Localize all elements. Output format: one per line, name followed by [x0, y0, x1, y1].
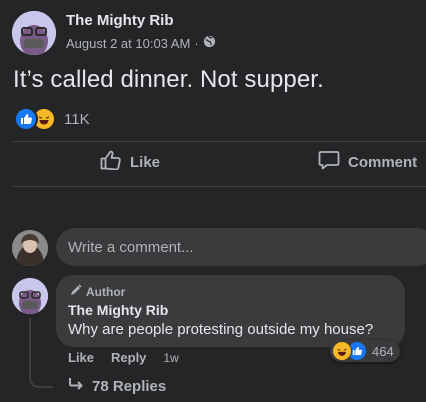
like-reaction-icon: [14, 107, 38, 131]
like-label: Like: [130, 153, 161, 171]
thumbs-up-icon: [100, 150, 122, 174]
page-avatar[interactable]: [12, 11, 56, 55]
reaction-summary[interactable]: 11K: [14, 107, 90, 131]
comment-label: Comment: [348, 153, 418, 171]
comment-author-avatar[interactable]: [12, 278, 48, 314]
page-name[interactable]: The Mighty Rib: [66, 12, 174, 29]
globe-icon[interactable]: [203, 35, 216, 51]
comment-like-button[interactable]: Like: [68, 350, 94, 365]
comment-time[interactable]: 1w: [163, 351, 178, 365]
reply-arrow-icon: [68, 377, 84, 395]
view-replies-button[interactable]: 78 Replies: [68, 377, 166, 395]
speech-bubble-icon: [318, 150, 340, 174]
author-badge: Author: [70, 284, 125, 299]
comment-reply-button[interactable]: Reply: [111, 350, 146, 365]
replies-label: 78 Replies: [92, 377, 167, 395]
comment-input-placeholder: Write a comment...: [68, 238, 194, 256]
meta-separator: ·: [194, 35, 199, 51]
post-timestamp[interactable]: August 2 at 10:03 AM: [66, 36, 190, 51]
comment-author-name[interactable]: The Mighty Rib: [68, 302, 168, 318]
divider: [12, 141, 426, 142]
author-badge-label: Author: [86, 284, 126, 299]
pencil-icon: [70, 284, 82, 299]
comment-actions: Like Reply 1w: [68, 350, 179, 365]
user-avatar[interactable]: [12, 230, 48, 266]
haha-reaction-icon: [332, 341, 352, 361]
comment-reaction-count: 464: [372, 343, 394, 359]
thread-connector: [29, 318, 53, 388]
divider: [12, 186, 426, 187]
comment-text: Why are people protesting outside my hou…: [68, 321, 374, 338]
comment-reaction-summary[interactable]: 464: [330, 340, 400, 362]
comment-button[interactable]: Comment: [318, 150, 417, 174]
reaction-count: 11K: [64, 110, 90, 128]
like-button[interactable]: Like: [100, 150, 160, 174]
post-meta: August 2 at 10:03 AM ·: [66, 35, 216, 51]
comment-input[interactable]: Write a comment...: [56, 228, 426, 266]
post-text: It’s called dinner. Not supper.: [13, 66, 324, 93]
